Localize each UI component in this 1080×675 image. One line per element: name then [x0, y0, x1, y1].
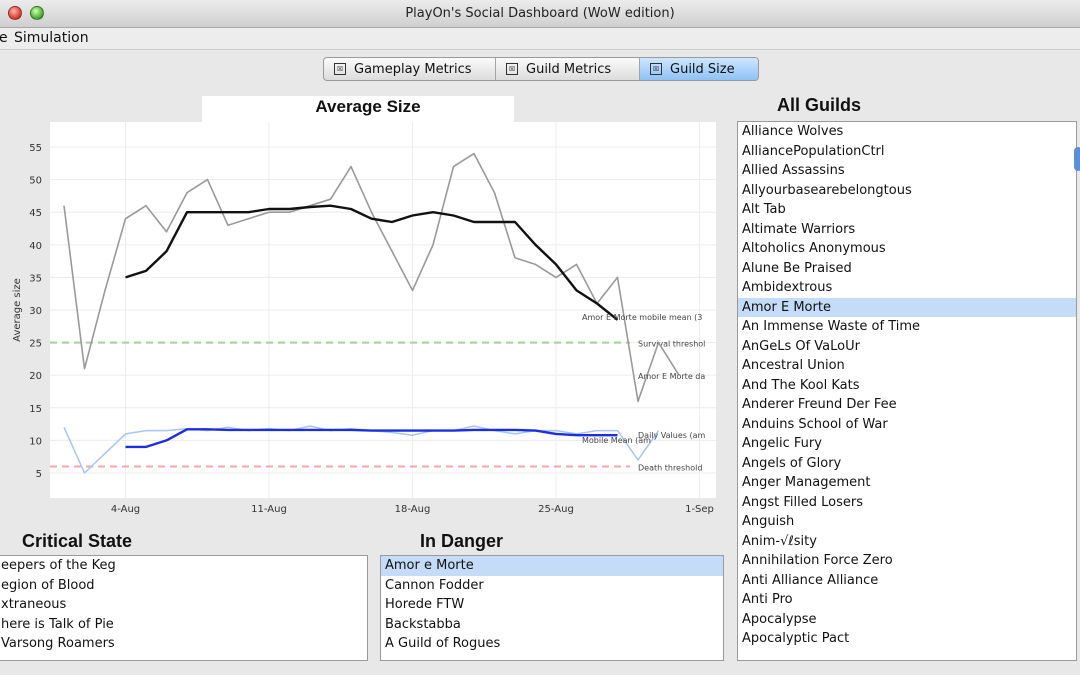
in-danger-item[interactable]: Amor e Morte: [381, 556, 723, 576]
all-guilds-list[interactable]: Alliance Wolves AlliancePopulationCtrl All…: [737, 121, 1077, 661]
menu-item-simulation[interactable]: Simulation: [14, 30, 89, 46]
series-label: Mobile Mean (am: [582, 436, 651, 445]
y-tick-label: 15: [29, 404, 42, 415]
y-tick-label: 45: [29, 208, 42, 219]
guild-list-item[interactable]: Anger Management: [738, 473, 1076, 493]
guild-list-item[interactable]: Alliance Wolves: [738, 122, 1076, 142]
average-size-chart: 5 10 15 20 25 30 35 40 45 50 55 4-Aug 11-Aug 18-Aug 25…: [12, 122, 716, 515]
guild-list-item[interactable]: Apocalypse: [738, 610, 1076, 630]
x-tick-label: 25-Aug: [538, 504, 574, 515]
guild-list-item[interactable]: Anduins School of War: [738, 415, 1076, 435]
tab-bar: ☒ Gameplay Metrics ☒ Guild Metrics ☒ Gui…: [323, 57, 759, 81]
guild-list-item[interactable]: Alune Be Praised: [738, 259, 1076, 279]
guild-list-item[interactable]: An Immense Waste of Time: [738, 317, 1076, 337]
guild-list-item[interactable]: Ambidextrous: [738, 278, 1076, 298]
guild-list-item[interactable]: Angelic Fury: [738, 434, 1076, 454]
series-line-1: [125, 204, 619, 321]
in-danger-list[interactable]: Amor e Morte Cannon Fodder Horede FTW Backs…: [380, 555, 724, 661]
critical-state-heading: Critical State: [22, 531, 133, 551]
y-axis-label: Average size: [12, 278, 23, 342]
list-scrollbar-thumb[interactable]: [1074, 147, 1080, 171]
guild-list-item[interactable]: Anim-√ℓsity: [738, 532, 1076, 552]
guild-list-item[interactable]: Ancestral Union: [738, 356, 1076, 376]
x-tick-label: 11-Aug: [251, 504, 287, 515]
guild-list-item[interactable]: Anguish: [738, 512, 1076, 532]
in-danger-item[interactable]: Cannon Fodder: [381, 576, 723, 596]
y-tick-label: 25: [29, 339, 42, 350]
guild-list-item[interactable]: Allied Assassins: [738, 161, 1076, 181]
critical-state-item[interactable]: here is Talk of Pie: [0, 615, 367, 635]
tab-label: Gameplay Metrics: [354, 61, 472, 77]
tab-guild-size[interactable]: ☒ Guild Size: [640, 58, 758, 80]
in-danger-item[interactable]: Horede FTW: [381, 595, 723, 615]
guild-list-item[interactable]: Altimate Warriors: [738, 220, 1076, 240]
menu-bar: e Simulation: [0, 28, 1080, 50]
critical-state-item[interactable]: eepers of the Keg: [0, 556, 367, 576]
guild-list-item[interactable]: Amor E Morte: [738, 297, 1076, 317]
series-label: Amor E Morte da: [638, 372, 705, 381]
guild-list-item[interactable]: Allyourbasearebelongtous: [738, 181, 1076, 201]
guild-list-item[interactable]: Angst Filled Losers: [738, 493, 1076, 513]
critical-state-item[interactable]: Varsong Roamers: [0, 634, 367, 654]
guild-list-item[interactable]: AnGeLs Of VaLoUr: [738, 337, 1076, 357]
y-tick-label: 50: [29, 176, 42, 187]
window-title: PlayOn's Social Dashboard (WoW edition): [405, 6, 675, 21]
y-tick-label: 55: [29, 143, 42, 154]
x-tick-label: 4-Aug: [111, 504, 140, 515]
x-tick-label: 1-Sep: [685, 504, 714, 515]
threshold-label: Death threshold: [638, 463, 702, 472]
tab-label: Guild Metrics: [526, 61, 612, 77]
in-danger-item[interactable]: A Guild of Rogues: [381, 634, 723, 654]
tab-label: Guild Size: [670, 61, 735, 77]
guild-list-item[interactable]: Altoholics Anonymous: [738, 239, 1076, 259]
guild-list-item[interactable]: Anderer Freund Der Fee: [738, 395, 1076, 415]
series-line-3: [125, 428, 618, 449]
y-tick-label: 40: [29, 241, 42, 252]
y-tick-label: 20: [29, 371, 42, 382]
tab-checkbox-icon: ☒: [334, 63, 346, 75]
guild-list-item[interactable]: Alt Tab: [738, 200, 1076, 220]
threshold-label: Survival threshol: [638, 340, 705, 349]
guild-list-item[interactable]: Angels of Glory: [738, 454, 1076, 474]
chart-title: Average Size: [315, 97, 421, 116]
guild-list-item[interactable]: Apocalyptic Pact: [738, 629, 1076, 649]
critical-state-item[interactable]: egion of Blood: [0, 576, 367, 596]
tab-checkbox-icon: ☒: [506, 63, 518, 75]
tab-checkbox-icon: ☒: [650, 63, 662, 75]
guild-list-item[interactable]: AlliancePopulationCtrl: [738, 142, 1076, 162]
in-danger-item[interactable]: Backstabba: [381, 615, 723, 635]
menu-item-file[interactable]: e: [0, 30, 8, 46]
series-label: Amor E Morte mobile mean (3: [582, 313, 702, 322]
guild-list-item[interactable]: And The Kool Kats: [738, 376, 1076, 396]
critical-state-item[interactable]: xtraneous: [0, 595, 367, 615]
guild-list-item[interactable]: Anti Pro: [738, 590, 1076, 610]
guild-list-item[interactable]: Annihilation Force Zero: [738, 551, 1076, 571]
in-danger-heading: In Danger: [420, 531, 504, 551]
tab-guild-metrics[interactable]: ☒ Guild Metrics: [496, 58, 640, 80]
y-tick-label: 10: [29, 436, 42, 447]
title-bar: PlayOn's Social Dashboard (WoW edition): [0, 0, 1080, 28]
y-tick-label: 35: [29, 273, 42, 284]
guild-list-item[interactable]: Anti Alliance Alliance: [738, 571, 1076, 591]
all-guilds-heading: All Guilds: [777, 95, 862, 115]
tab-gameplay-metrics[interactable]: ☒ Gameplay Metrics: [324, 58, 496, 80]
y-tick-label: 30: [29, 306, 42, 317]
x-tick-label: 18-Aug: [395, 504, 431, 515]
y-tick-label: 5: [36, 469, 42, 480]
critical-state-list[interactable]: eepers of the Keg egion of Blood xtraneous…: [0, 555, 368, 661]
